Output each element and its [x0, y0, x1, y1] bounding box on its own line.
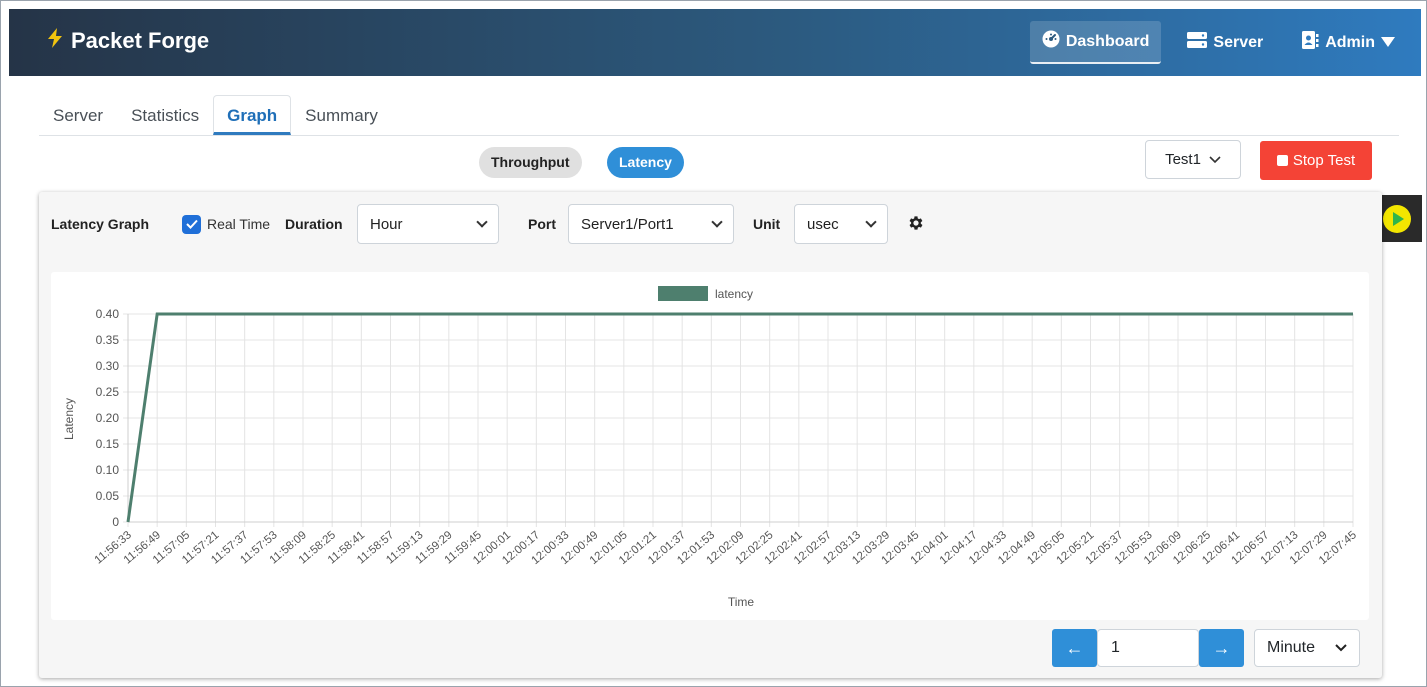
tab-summary[interactable]: Summary	[291, 95, 392, 135]
tab-bar: Server Statistics Graph Summary	[39, 95, 392, 135]
y-tick-label: 0.20	[96, 411, 120, 425]
nav-dashboard[interactable]: Dashboard	[1029, 21, 1162, 64]
realtime-label: Real Time	[207, 216, 271, 232]
nav-server-label: Server	[1213, 33, 1264, 51]
tab-server[interactable]: Server	[39, 95, 117, 135]
chevron-down-icon	[711, 215, 723, 228]
graph-card: Latency Graph Real Time Duration Hour Po…	[39, 192, 1382, 678]
checkmark-icon	[182, 214, 201, 234]
brand[interactable]: Packet Forge	[47, 28, 209, 54]
interval-select[interactable]: Minute	[1254, 629, 1360, 667]
y-tick-label: 0.35	[96, 333, 120, 347]
caret-down-icon	[1381, 34, 1395, 52]
y-tick-label: 0.15	[96, 437, 120, 451]
tab-divider	[39, 135, 1399, 136]
unit-value: usec	[807, 215, 839, 233]
tab-statistics[interactable]: Statistics	[117, 95, 213, 135]
port-select[interactable]: Server1/Port1	[568, 204, 734, 244]
duration-select[interactable]: Hour	[357, 204, 499, 244]
graph-controls: Latency Graph Real Time Duration Hour Po…	[39, 204, 1382, 244]
chevron-down-icon	[865, 215, 877, 228]
y-tick-label: 0.05	[96, 489, 120, 503]
nav-admin-label: Admin	[1325, 33, 1375, 51]
y-tick-label: 0.30	[96, 359, 120, 373]
chart-svg: 00.050.100.150.200.250.300.350.4011:56:3…	[62, 286, 1359, 609]
y-axis-title: Latency	[62, 398, 76, 440]
next-page-button[interactable]: →	[1199, 629, 1244, 667]
gear-icon	[907, 214, 925, 235]
app-window: Packet Forge Dashboard Server Admin Serv…	[0, 0, 1427, 687]
duration-value: Hour	[370, 215, 403, 233]
arrow-left-icon: ←	[1052, 629, 1097, 667]
arrow-right-icon: →	[1199, 629, 1244, 667]
y-tick-label: 0.10	[96, 463, 120, 477]
test-select[interactable]: Test1	[1145, 140, 1241, 179]
stop-icon	[1276, 155, 1288, 166]
latency-chart: 0 0.05 0.10 0.15 0.20 0.25 0.30 0.35 0.40 11:56:3…	[51, 272, 1369, 620]
chevron-down-icon	[1209, 151, 1221, 168]
chevron-down-icon	[476, 215, 488, 228]
y-tick-label: 0.40	[96, 307, 120, 321]
port-value: Server1/Port1	[581, 215, 674, 233]
interval-value: Minute	[1267, 639, 1316, 656]
bolt-icon	[47, 28, 63, 54]
throughput-toggle[interactable]: Throughput	[479, 147, 582, 178]
latency-toggle[interactable]: Latency	[607, 147, 684, 178]
y-tick-label: 0.25	[96, 385, 120, 399]
port-label: Port	[528, 216, 556, 232]
top-navbar: Packet Forge Dashboard Server Admin	[9, 9, 1421, 76]
nav-dashboard-label: Dashboard	[1065, 32, 1150, 50]
prev-page-button[interactable]: ←	[1052, 629, 1097, 667]
x-axis-title: Time	[728, 595, 755, 609]
realtime-checkbox[interactable]: Real Time	[182, 204, 270, 244]
nav-admin-dropdown[interactable]: Admin	[1289, 21, 1407, 64]
tab-graph[interactable]: Graph	[213, 95, 292, 135]
stop-test-label: Stop Test	[1292, 152, 1356, 169]
test-select-value: Test1	[1165, 151, 1201, 168]
settings-button[interactable]	[907, 204, 925, 244]
y-tick-label: 0	[112, 515, 119, 529]
server-icon	[1187, 32, 1208, 53]
unit-select[interactable]: usec	[794, 204, 888, 244]
chevron-down-icon	[1335, 639, 1347, 657]
duration-label: Duration	[285, 216, 343, 232]
unit-label: Unit	[753, 216, 781, 232]
dashboard-gauge-icon	[1042, 30, 1060, 53]
play-icon	[1383, 204, 1411, 233]
stop-test-button[interactable]: Stop Test	[1260, 141, 1372, 180]
brand-name: Packet Forge	[71, 28, 210, 53]
legend-swatch	[658, 286, 708, 301]
page-input[interactable]: 1	[1097, 629, 1199, 667]
nav-server[interactable]: Server	[1175, 21, 1275, 64]
legend-label: latency	[715, 287, 753, 301]
address-book-icon	[1301, 31, 1319, 54]
graph-title: Latency Graph	[51, 216, 150, 232]
